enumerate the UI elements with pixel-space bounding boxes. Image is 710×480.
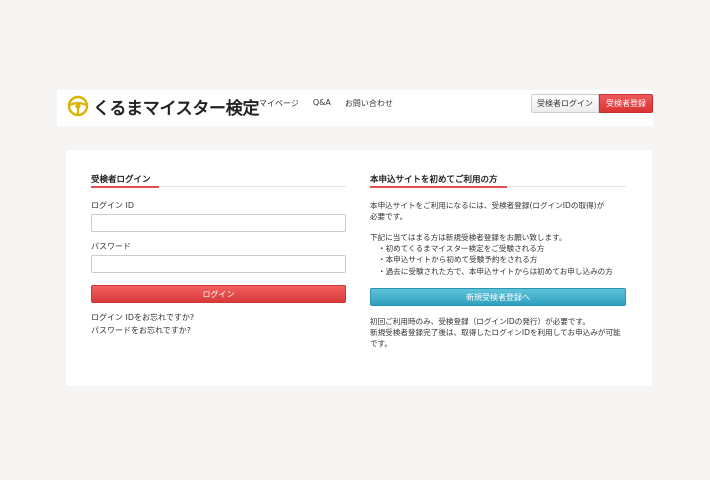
password-label: パスワード [91,242,131,251]
site-header: くるまマイスター検定 マイページ Q&A お問い合わせ 受検者ログイン 受検者登… [57,90,653,126]
login-submit-button[interactable]: ログイン [91,285,346,303]
site-logo[interactable]: くるまマイスター検定 [67,92,259,120]
first-time-section-title: 本申込サイトを初めてご利用の方 [370,175,498,185]
password-input[interactable] [91,255,346,273]
note-line-1: 初回ご利用時のみ、受検登録（ログインIDの発行）が必要です。 [370,317,590,326]
logo-text: くるまマイスター検定 [93,98,260,119]
nav-contact[interactable]: お問い合わせ [345,98,393,109]
first-time-title-underline [370,185,626,188]
new-registration-button[interactable]: 新規受検者登録へ [370,288,626,306]
condition-item-3: ・過去に受験された方で、本申込サイトからは初めてお申し込みの方 [378,267,613,276]
condition-item-2: ・本申込サイトから初めて受験予約をされる方 [378,255,538,264]
header-buttons: 受検者ログイン 受検者登録 [531,94,653,113]
nav-qa[interactable]: Q&A [313,98,331,109]
main-nav: マイページ Q&A お問い合わせ [259,98,393,109]
nav-mypage[interactable]: マイページ [259,98,299,109]
forgot-id-link[interactable]: ログイン IDをお忘れですか? [91,312,194,323]
note-line-2: 新規受検者登録完了後は、取得したログインIDを利用してお申込みが可能 [370,328,621,337]
note-line-3: です。 [370,339,393,348]
condition-item-1: ・初めてくるまマイスター検定をご受験される方 [378,244,545,253]
header-register-button[interactable]: 受検者登録 [599,94,653,113]
intro-text-line-1: 本申込サイトをご利用になるには、受検者登録(ログインIDの取得)が [370,201,605,210]
login-title-underline [91,185,346,188]
steering-wheel-icon [67,95,89,117]
login-id-input[interactable] [91,214,346,232]
login-section-title: 受検者ログイン [91,175,151,185]
intro-text-line-2: 必要です。 [370,212,408,221]
login-id-label: ログイン ID [91,201,135,210]
header-login-button[interactable]: 受検者ログイン [531,94,599,113]
conditions-heading: 下記に当てはまる方は新規受検者登録をお願い致します。 [370,233,567,242]
forgot-password-link[interactable]: パスワードをお忘れですか? [91,325,191,336]
